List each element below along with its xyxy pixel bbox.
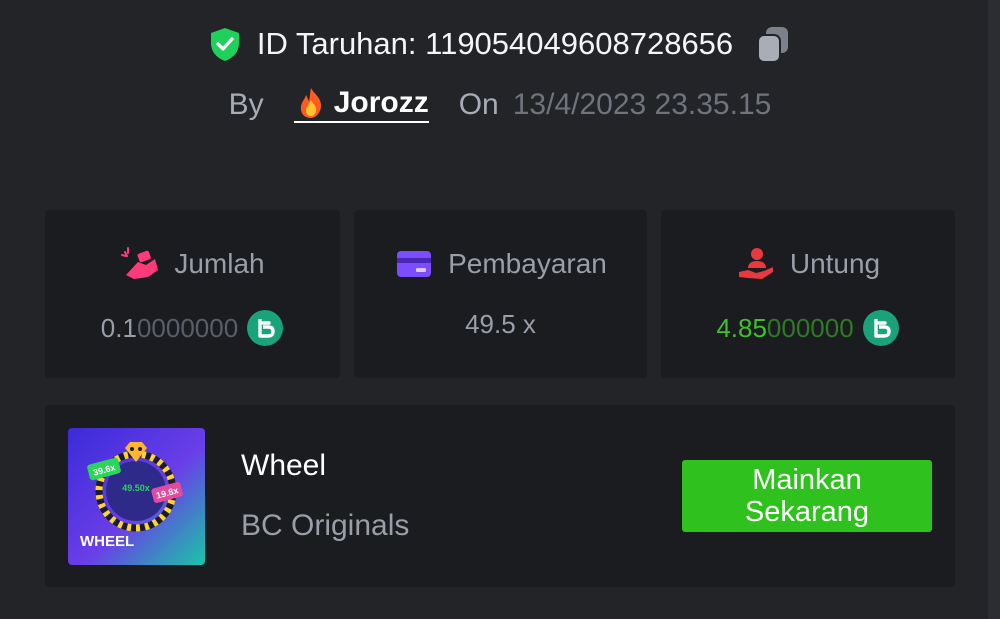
play-now-button[interactable]: Mainkan Sekarang xyxy=(682,460,932,532)
bet-date: 13/4/2023 23.35.15 xyxy=(512,87,772,121)
profit-value: 4.85000000 xyxy=(661,309,955,347)
username-text: Jorozz xyxy=(333,86,429,119)
profit-label: Untung xyxy=(789,248,881,279)
game-provider: BC Originals xyxy=(241,509,410,542)
bet-id-text: ID Taruhan: 119054049608728656 xyxy=(256,26,734,61)
amount-card: Jumlah 0.10000000 xyxy=(45,210,340,378)
game-name[interactable]: Wheel xyxy=(241,449,326,483)
profit-value-main: 4.85 xyxy=(716,312,767,343)
profit-card: Untung 4.85000000 xyxy=(661,210,955,378)
wheel-game-thumbnail[interactable]: 39.6x 49.50x 19.8x WHEEL xyxy=(68,428,205,565)
payout-value-main: 49.5 x xyxy=(465,309,536,339)
amount-value: 0.10000000 xyxy=(45,309,340,347)
bet-hand-icon xyxy=(120,244,160,284)
profit-hand-icon xyxy=(736,244,776,284)
bc-coin-icon xyxy=(862,309,900,347)
payout-card: Pembayaran 49.5 x xyxy=(354,210,647,378)
bc-coin-icon xyxy=(246,309,284,347)
copy-icon[interactable] xyxy=(753,24,793,64)
profit-value-trail: 000000 xyxy=(766,312,854,343)
bet-details-page: ID Taruhan: 119054049608728656 By Jorozz… xyxy=(0,0,1000,619)
username-link[interactable]: Jorozz xyxy=(293,86,429,123)
fire-icon xyxy=(294,86,328,120)
amount-header: Jumlah xyxy=(45,244,340,284)
profit-header: Untung xyxy=(661,244,955,284)
payout-header: Pembayaran xyxy=(354,244,647,284)
by-label: By xyxy=(228,87,264,121)
on-label: On xyxy=(458,87,499,121)
payout-label: Pembayaran xyxy=(448,248,607,279)
amount-label: Jumlah xyxy=(174,248,265,279)
payout-value: 49.5 x xyxy=(354,309,647,340)
amount-value-main: 0.1 xyxy=(100,312,137,343)
card-icon xyxy=(394,244,434,284)
author-row: By Jorozz On 13/4/2023 23.35.15 xyxy=(0,86,1000,123)
verified-shield-icon xyxy=(207,26,243,62)
game-card: 39.6x 49.50x 19.8x WHEEL Wheel BC Origin… xyxy=(45,405,955,587)
bet-id-row: ID Taruhan: 119054049608728656 xyxy=(0,24,1000,64)
thumb-title: WHEEL xyxy=(80,533,134,550)
thumb-tag-2: 49.50x xyxy=(122,483,150,493)
scrollbar[interactable] xyxy=(988,0,1000,619)
bet-stats: Jumlah 0.10000000 Pembayaran 49.5 x Untu… xyxy=(45,210,955,378)
play-now-label: Mainkan Sekarang xyxy=(744,464,870,528)
amount-value-trail: 0000000 xyxy=(136,312,239,343)
